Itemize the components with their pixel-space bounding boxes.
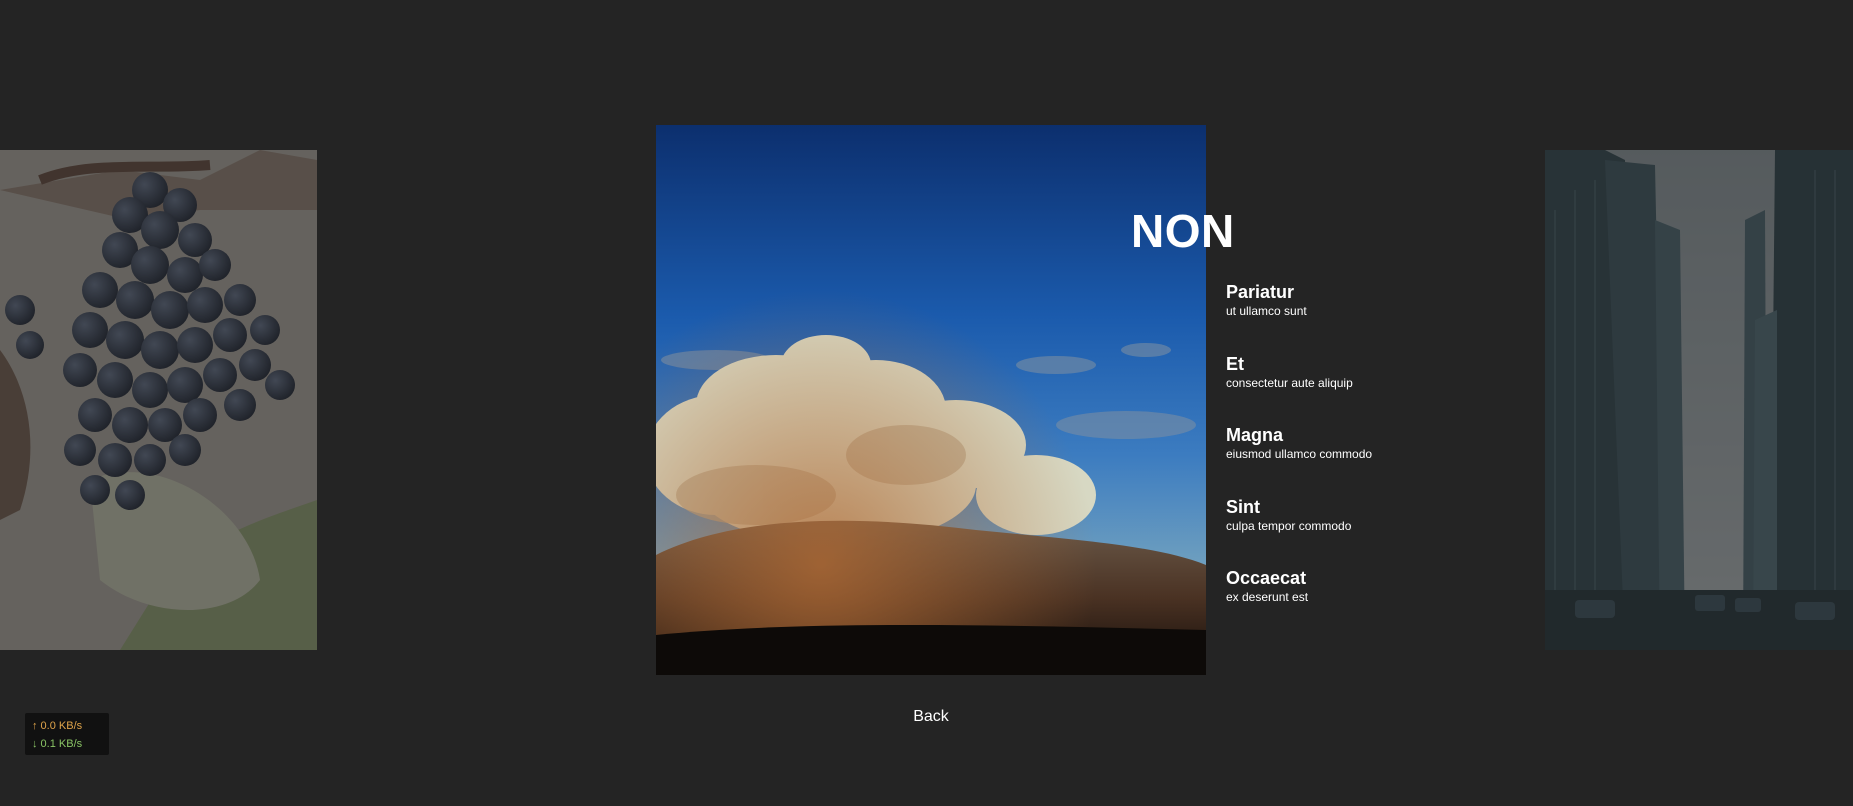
list-item: Magna eiusmod ullamco commodo [1226, 424, 1372, 496]
upload-speed: ↑ 0.0 KB/s [32, 720, 83, 732]
list-item-subtitle: eiusmod ullamco commodo [1226, 447, 1373, 461]
list-item-heading: Occaecat [1226, 568, 1307, 588]
feature-list: Pariatur ut ullamco sunt Et consectetur … [1226, 281, 1372, 639]
list-item-subtitle: ex deserunt est [1226, 590, 1309, 604]
list-item: Occaecat ex deserunt est [1226, 567, 1372, 639]
list-item-heading: Magna [1226, 425, 1284, 445]
list-item: Et consectetur aute aliquip [1226, 353, 1372, 425]
list-item-heading: Et [1226, 353, 1244, 374]
list-item-subtitle: culpa tempor commodo [1226, 518, 1352, 533]
list-item: Sint culpa tempor commodo [1226, 496, 1372, 568]
city-street-image[interactable] [1545, 150, 1853, 650]
list-item-subtitle: ut ullamco sunt [1226, 304, 1307, 318]
download-speed: ↓ 0.1 KB/s [32, 738, 83, 750]
list-item: Pariatur ut ullamco sunt [1226, 281, 1372, 353]
grapes-image[interactable] [0, 150, 317, 650]
back-button[interactable]: Back [900, 704, 962, 730]
clouds-image[interactable] [656, 125, 1206, 675]
list-item-heading: Pariatur [1226, 282, 1295, 302]
list-item-heading: Sint [1226, 496, 1260, 517]
network-speed-widget: ↑ 0.0 KB/s ↓ 0.1 KB/s [25, 713, 109, 755]
list-item-subtitle: consectetur aute aliquip [1226, 375, 1353, 390]
page-title: NON [1131, 205, 1235, 257]
